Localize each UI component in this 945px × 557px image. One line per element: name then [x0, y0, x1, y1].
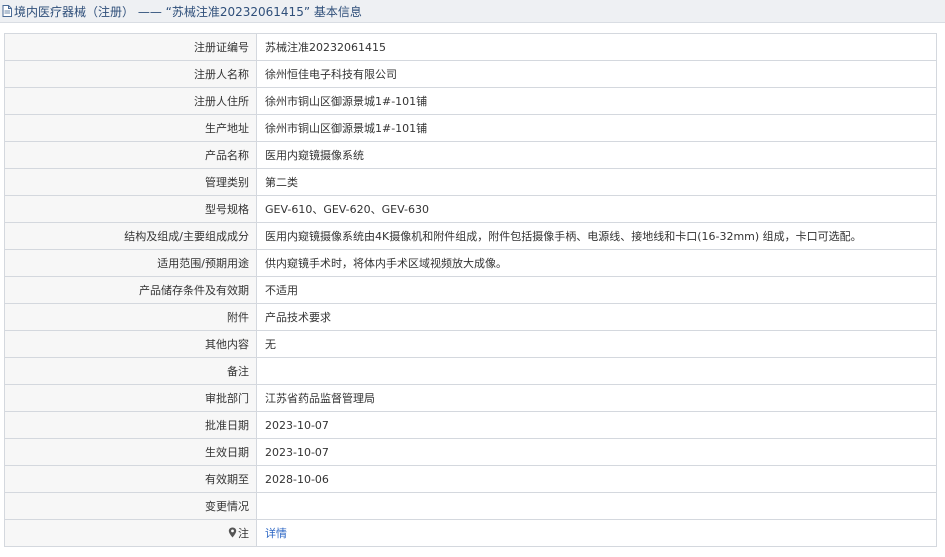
table-row: 注册人名称 徐州恒佳电子科技有限公司: [4, 60, 937, 88]
table-row-note: 注 详情: [4, 519, 937, 547]
row-value-effective-date: 2023-10-07: [256, 438, 937, 466]
row-label-remarks: 备注: [4, 357, 257, 385]
page-title: 境内医疗器械（注册） —— “苏械注准20232061415” 基本信息: [14, 4, 362, 19]
row-value-note: 详情: [256, 519, 937, 547]
table-row: 附件 产品技术要求: [4, 303, 937, 331]
row-value-storage-validity: 不适用: [256, 276, 937, 304]
row-label-registrant-address: 注册人住所: [4, 87, 257, 115]
row-label-structure-composition: 结构及组成/主要组成成分: [4, 222, 257, 250]
row-label-model-spec: 型号规格: [4, 195, 257, 223]
table-row: 审批部门 江苏省药品监督管理局: [4, 384, 937, 412]
row-value-model-spec: GEV-610、GEV-620、GEV-630: [256, 195, 937, 223]
table-row: 型号规格 GEV-610、GEV-620、GEV-630: [4, 195, 937, 223]
row-label-valid-until: 有效期至: [4, 465, 257, 493]
row-label-approval-department: 审批部门: [4, 384, 257, 412]
table-row: 管理类别 第二类: [4, 168, 937, 196]
row-value-product-name: 医用内窥镜摄像系统: [256, 141, 937, 169]
table-row: 结构及组成/主要组成成分 医用内窥镜摄像系统由4K摄像机和附件组成，附件包括摄像…: [4, 222, 937, 250]
info-table: 注册证编号 苏械注准20232061415 注册人名称 徐州恒佳电子科技有限公司…: [4, 33, 937, 547]
note-label-text: 注: [238, 527, 249, 540]
row-label-other-content: 其他内容: [4, 330, 257, 358]
row-label-effective-date: 生效日期: [4, 438, 257, 466]
row-label-attachment: 附件: [4, 303, 257, 331]
details-link[interactable]: 详情: [265, 527, 287, 540]
row-value-other-content: 无: [256, 330, 937, 358]
table-row: 适用范围/预期用途 供内窥镜手术时，将体内手术区域视频放大成像。: [4, 249, 937, 277]
row-value-registrant-name: 徐州恒佳电子科技有限公司: [256, 60, 937, 88]
row-value-attachment: 产品技术要求: [256, 303, 937, 331]
document-icon: [2, 5, 12, 17]
row-label-production-address: 生产地址: [4, 114, 257, 142]
table-row: 生效日期 2023-10-07: [4, 438, 937, 466]
info-table-container: 注册证编号 苏械注准20232061415 注册人名称 徐州恒佳电子科技有限公司…: [4, 33, 937, 547]
row-value-approval-department: 江苏省药品监督管理局: [256, 384, 937, 412]
table-row: 其他内容 无: [4, 330, 937, 358]
row-label-approval-date: 批准日期: [4, 411, 257, 439]
row-value-registration-number: 苏械注准20232061415: [256, 33, 937, 61]
row-value-valid-until: 2028-10-06: [256, 465, 937, 493]
page-header: 境内医疗器械（注册） —— “苏械注准20232061415” 基本信息: [0, 0, 945, 23]
row-label-registrant-name: 注册人名称: [4, 60, 257, 88]
pin-icon: [228, 527, 237, 538]
table-row: 产品名称 医用内窥镜摄像系统: [4, 141, 937, 169]
table-row: 变更情况: [4, 492, 937, 520]
row-label-product-name: 产品名称: [4, 141, 257, 169]
row-value-change-status: [256, 492, 937, 520]
row-label-registration-number: 注册证编号: [4, 33, 257, 61]
row-label-change-status: 变更情况: [4, 492, 257, 520]
table-row: 批准日期 2023-10-07: [4, 411, 937, 439]
row-value-approval-date: 2023-10-07: [256, 411, 937, 439]
row-label-storage-validity: 产品储存条件及有效期: [4, 276, 257, 304]
row-label-note: 注: [4, 519, 257, 547]
table-row: 注册人住所 徐州市铜山区御源景城1#-101铺: [4, 87, 937, 115]
row-value-management-category: 第二类: [256, 168, 937, 196]
row-value-structure-composition: 医用内窥镜摄像系统由4K摄像机和附件组成，附件包括摄像手柄、电源线、接地线和卡口…: [256, 222, 937, 250]
table-row: 注册证编号 苏械注准20232061415: [4, 33, 937, 61]
table-row: 产品储存条件及有效期 不适用: [4, 276, 937, 304]
table-row: 备注: [4, 357, 937, 385]
row-value-remarks: [256, 357, 937, 385]
row-value-intended-use: 供内窥镜手术时，将体内手术区域视频放大成像。: [256, 249, 937, 277]
row-label-management-category: 管理类别: [4, 168, 257, 196]
table-row: 有效期至 2028-10-06: [4, 465, 937, 493]
table-row: 生产地址 徐州市铜山区御源景城1#-101铺: [4, 114, 937, 142]
row-value-production-address: 徐州市铜山区御源景城1#-101铺: [256, 114, 937, 142]
row-value-registrant-address: 徐州市铜山区御源景城1#-101铺: [256, 87, 937, 115]
row-label-intended-use: 适用范围/预期用途: [4, 249, 257, 277]
